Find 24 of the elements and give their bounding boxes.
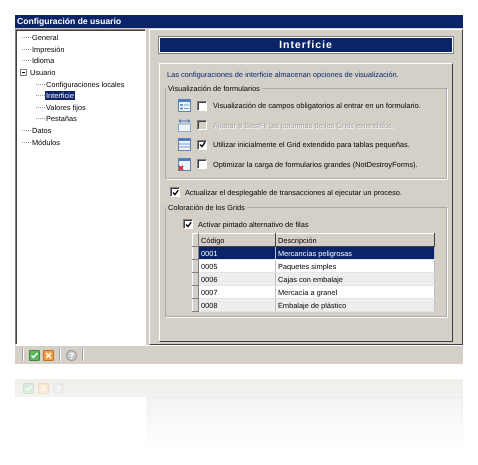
checkbox[interactable] <box>197 140 207 150</box>
checkbox[interactable] <box>183 219 193 229</box>
expander-icon[interactable] <box>20 69 27 76</box>
row-selector[interactable] <box>192 234 198 246</box>
row-selector[interactable] <box>192 298 198 312</box>
row-selector[interactable] <box>192 260 198 272</box>
row-selector[interactable] <box>192 286 198 298</box>
grid-icon <box>178 138 191 152</box>
help-button[interactable] <box>66 350 77 360</box>
window-title: Configuración de usuario <box>15 15 463 28</box>
row-selector[interactable] <box>192 246 198 260</box>
panel-header: Interficie <box>159 37 453 53</box>
checkbox[interactable] <box>170 187 180 197</box>
accept-button[interactable] <box>29 350 40 360</box>
checkbox[interactable] <box>197 159 207 170</box>
row-selector[interactable] <box>192 272 198 286</box>
accept-icon <box>29 350 40 360</box>
cancel-button[interactable] <box>43 350 54 360</box>
cancel-icon <box>43 350 54 360</box>
form-delete-icon <box>178 158 191 171</box>
column-width-icon <box>178 118 191 132</box>
checkbox[interactable] <box>197 100 207 111</box>
help-icon <box>66 350 77 360</box>
form-fields-icon <box>178 99 191 112</box>
